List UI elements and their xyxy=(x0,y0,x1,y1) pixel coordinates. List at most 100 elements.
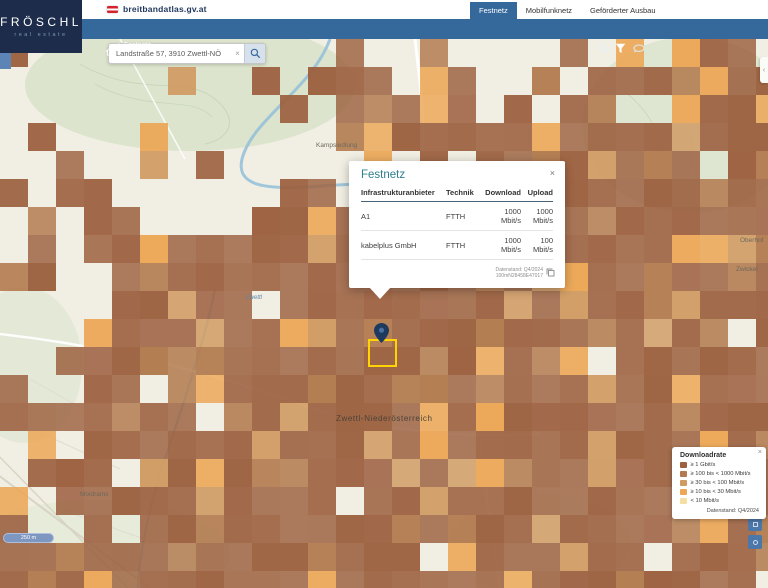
coverage-cell[interactable] xyxy=(364,543,392,571)
coverage-cell[interactable] xyxy=(336,515,364,543)
search-submit-button[interactable] xyxy=(244,44,265,63)
coverage-cell[interactable] xyxy=(28,543,56,571)
coverage-cell[interactable] xyxy=(756,123,768,151)
coverage-cell[interactable] xyxy=(504,123,532,151)
coverage-cell[interactable] xyxy=(672,291,700,319)
coverage-cell[interactable] xyxy=(28,123,56,151)
coverage-cell[interactable] xyxy=(56,151,84,179)
coverage-cell[interactable] xyxy=(616,571,644,588)
coverage-cell[interactable] xyxy=(336,67,364,95)
coverage-cell[interactable] xyxy=(532,459,560,487)
coverage-cell[interactable] xyxy=(140,123,168,151)
coverage-cell[interactable] xyxy=(0,543,28,571)
coverage-cell[interactable] xyxy=(84,459,112,487)
coverage-cell[interactable] xyxy=(168,543,196,571)
coverage-cell[interactable] xyxy=(364,123,392,151)
coverage-cell[interactable] xyxy=(476,347,504,375)
coverage-cell[interactable] xyxy=(532,347,560,375)
coverage-cell[interactable] xyxy=(448,459,476,487)
coverage-cell[interactable] xyxy=(616,263,644,291)
coverage-cell[interactable] xyxy=(224,403,252,431)
coverage-cell[interactable] xyxy=(84,207,112,235)
coverage-cell[interactable] xyxy=(280,571,308,588)
coverage-cell[interactable] xyxy=(280,319,308,347)
coverage-cell[interactable] xyxy=(364,431,392,459)
coverage-cell[interactable] xyxy=(448,95,476,123)
coverage-cell[interactable] xyxy=(476,319,504,347)
coverage-cell[interactable] xyxy=(252,515,280,543)
coverage-cell[interactable] xyxy=(336,459,364,487)
coverage-cell[interactable] xyxy=(280,403,308,431)
coverage-cell[interactable] xyxy=(756,375,768,403)
coverage-cell[interactable] xyxy=(728,375,756,403)
coverage-cell[interactable] xyxy=(756,263,768,291)
coverage-cell[interactable] xyxy=(448,319,476,347)
coverage-cell[interactable] xyxy=(336,571,364,588)
coverage-cell[interactable] xyxy=(196,487,224,515)
coverage-cell[interactable] xyxy=(672,263,700,291)
coverage-cell[interactable] xyxy=(504,431,532,459)
coverage-cell[interactable] xyxy=(336,347,364,375)
coverage-cell[interactable] xyxy=(644,347,672,375)
coverage-cell[interactable] xyxy=(644,431,672,459)
coverage-cell[interactable] xyxy=(672,179,700,207)
coverage-cell[interactable] xyxy=(140,571,168,588)
coverage-cell[interactable] xyxy=(280,207,308,235)
coverage-cell[interactable] xyxy=(588,179,616,207)
coverage-cell[interactable] xyxy=(112,291,140,319)
coverage-cell[interactable] xyxy=(420,375,448,403)
coverage-cell[interactable] xyxy=(588,207,616,235)
coverage-cell[interactable] xyxy=(728,123,756,151)
coverage-cell[interactable] xyxy=(280,431,308,459)
coverage-cell[interactable] xyxy=(728,263,756,291)
coverage-cell[interactable] xyxy=(168,319,196,347)
coverage-cell[interactable] xyxy=(308,431,336,459)
feedback-icon[interactable] xyxy=(632,41,645,59)
coverage-cell[interactable] xyxy=(196,431,224,459)
coverage-cell[interactable] xyxy=(448,543,476,571)
coverage-cell[interactable] xyxy=(672,515,700,543)
copy-icon[interactable] xyxy=(546,264,555,282)
coverage-cell[interactable] xyxy=(224,319,252,347)
coverage-cell[interactable] xyxy=(504,515,532,543)
coverage-cell[interactable] xyxy=(364,515,392,543)
coverage-cell[interactable] xyxy=(616,151,644,179)
coverage-cell[interactable] xyxy=(308,179,336,207)
coverage-cell[interactable] xyxy=(560,543,588,571)
coverage-cell[interactable] xyxy=(28,403,56,431)
coverage-cell[interactable] xyxy=(224,263,252,291)
coverage-cell[interactable] xyxy=(644,151,672,179)
coverage-cell[interactable] xyxy=(504,543,532,571)
coverage-cell[interactable] xyxy=(672,347,700,375)
coverage-cell[interactable] xyxy=(700,291,728,319)
coverage-cell[interactable] xyxy=(56,487,84,515)
coverage-cell[interactable] xyxy=(28,207,56,235)
coverage-cell[interactable] xyxy=(280,235,308,263)
coverage-cell[interactable] xyxy=(84,375,112,403)
coverage-cell[interactable] xyxy=(504,347,532,375)
coverage-cell[interactable] xyxy=(168,235,196,263)
coverage-cell[interactable] xyxy=(392,375,420,403)
coverage-cell[interactable] xyxy=(588,67,616,95)
coverage-cell[interactable] xyxy=(756,291,768,319)
coverage-cell[interactable] xyxy=(588,235,616,263)
coverage-cell[interactable] xyxy=(168,459,196,487)
coverage-cell[interactable] xyxy=(252,431,280,459)
coverage-cell[interactable] xyxy=(644,459,672,487)
coverage-cell[interactable] xyxy=(224,291,252,319)
home-icon[interactable] xyxy=(106,43,115,61)
coverage-cell[interactable] xyxy=(252,347,280,375)
coverage-cell[interactable] xyxy=(448,431,476,459)
coverage-cell[interactable] xyxy=(84,347,112,375)
coverage-cell[interactable] xyxy=(112,207,140,235)
coverage-cell[interactable] xyxy=(112,235,140,263)
coverage-cell[interactable] xyxy=(588,543,616,571)
coverage-cell[interactable] xyxy=(168,571,196,588)
coverage-cell[interactable] xyxy=(28,459,56,487)
coverage-cell[interactable] xyxy=(672,95,700,123)
coverage-cell[interactable] xyxy=(448,403,476,431)
coverage-cell[interactable] xyxy=(616,459,644,487)
coverage-cell[interactable] xyxy=(560,459,588,487)
coverage-cell[interactable] xyxy=(112,319,140,347)
coverage-cell[interactable] xyxy=(280,95,308,123)
